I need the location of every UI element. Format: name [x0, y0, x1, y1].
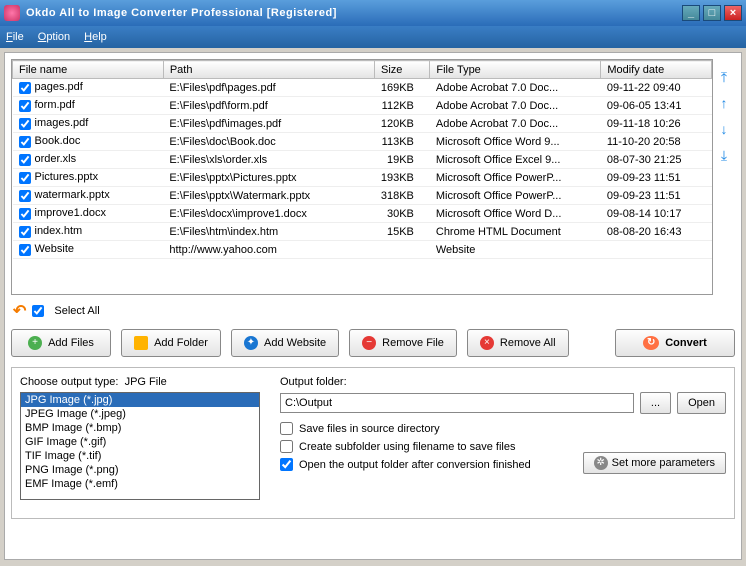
output-type-list[interactable]: JPG Image (*.jpg)JPEG Image (*.jpeg)BMP …	[20, 392, 260, 500]
output-type-option[interactable]: EMF Image (*.emf)	[21, 477, 259, 491]
row-checkbox[interactable]	[19, 136, 31, 148]
app-icon	[4, 5, 20, 21]
row-checkbox[interactable]	[19, 226, 31, 238]
open-folder-button[interactable]: Open	[677, 392, 726, 414]
convert-icon: ↻	[643, 336, 659, 350]
col-path[interactable]: Path	[163, 61, 374, 79]
output-type-option[interactable]: JPG Image (*.jpg)	[21, 393, 259, 407]
select-all-checkbox[interactable]	[32, 305, 44, 317]
titlebar: Okdo All to Image Converter Professional…	[0, 0, 746, 26]
remove-icon: −	[362, 336, 376, 350]
move-top-icon[interactable]: ⤒	[716, 69, 732, 85]
output-type-option[interactable]: GIF Image (*.gif)	[21, 435, 259, 449]
reorder-arrows: ⤒ ↑ ↓ ⤓	[713, 59, 735, 295]
move-down-icon[interactable]: ↓	[716, 121, 732, 137]
move-bottom-icon[interactable]: ⤓	[716, 147, 732, 163]
add-files-button[interactable]: +Add Files	[11, 329, 111, 357]
col-size[interactable]: Size	[375, 61, 430, 79]
table-row[interactable]: watermark.pptxE:\Files\pptx\Watermark.pp…	[13, 187, 712, 205]
row-checkbox[interactable]	[19, 82, 31, 94]
output-type-option[interactable]: JPEG Image (*.jpeg)	[21, 407, 259, 421]
globe-icon: ✦	[244, 336, 258, 350]
remove-all-icon: ×	[480, 336, 494, 350]
table-row[interactable]: order.xlsE:\Files\xls\order.xls19KBMicro…	[13, 151, 712, 169]
move-up-icon[interactable]: ↑	[716, 95, 732, 111]
row-checkbox[interactable]	[19, 190, 31, 202]
minimize-button[interactable]: _	[682, 5, 700, 21]
output-type-option[interactable]: PNG Image (*.png)	[21, 463, 259, 477]
remove-all-button[interactable]: ×Remove All	[467, 329, 569, 357]
row-checkbox[interactable]	[19, 244, 31, 256]
row-checkbox[interactable]	[19, 154, 31, 166]
table-row[interactable]: images.pdfE:\Files\pdf\images.pdf120KBAd…	[13, 115, 712, 133]
table-row[interactable]: Websitehttp://www.yahoo.comWebsite	[13, 241, 712, 259]
choose-output-label: Choose output type: JPG File	[20, 376, 260, 388]
convert-button[interactable]: ↻Convert	[615, 329, 735, 357]
row-checkbox[interactable]	[19, 118, 31, 130]
row-checkbox[interactable]	[19, 172, 31, 184]
table-row[interactable]: improve1.docxE:\Files\docx\improve1.docx…	[13, 205, 712, 223]
output-type-option[interactable]: TIF Image (*.tif)	[21, 449, 259, 463]
row-checkbox[interactable]	[19, 208, 31, 220]
close-button[interactable]: ×	[724, 5, 742, 21]
up-arrow-icon: ↶	[13, 301, 26, 321]
output-type-option[interactable]: BMP Image (*.bmp)	[21, 421, 259, 435]
maximize-button[interactable]: □	[703, 5, 721, 21]
menu-option[interactable]: Option	[38, 31, 70, 43]
table-row[interactable]: form.pdfE:\Files\pdf\form.pdf112KBAdobe …	[13, 97, 712, 115]
col-modifydate[interactable]: Modify date	[601, 61, 712, 79]
window-title: Okdo All to Image Converter Professional…	[26, 7, 679, 19]
col-filetype[interactable]: File Type	[430, 61, 601, 79]
col-filename[interactable]: File name	[13, 61, 164, 79]
table-row[interactable]: index.htmE:\Files\htm\index.htm15KBChrom…	[13, 223, 712, 241]
menubar: File Option Help	[0, 26, 746, 48]
select-all-label[interactable]: Select All	[54, 305, 99, 317]
table-row[interactable]: Pictures.pptxE:\Files\pptx\Pictures.pptx…	[13, 169, 712, 187]
table-row[interactable]: Book.docE:\Files\doc\Book.doc113KBMicros…	[13, 133, 712, 151]
folder-icon	[134, 336, 148, 350]
menu-help[interactable]: Help	[84, 31, 107, 43]
set-more-parameters-button[interactable]: ✲Set more parameters	[583, 452, 726, 474]
create-subfolder-checkbox[interactable]	[280, 440, 293, 453]
browse-button[interactable]: ...	[640, 392, 671, 414]
menu-file[interactable]: File	[6, 31, 24, 43]
output-folder-input[interactable]	[280, 393, 634, 413]
remove-file-button[interactable]: −Remove File	[349, 329, 457, 357]
add-folder-button[interactable]: Add Folder	[121, 329, 221, 357]
save-source-checkbox[interactable]	[280, 422, 293, 435]
gear-icon: ✲	[594, 456, 608, 470]
plus-icon: +	[28, 336, 42, 350]
add-website-button[interactable]: ✦Add Website	[231, 329, 339, 357]
row-checkbox[interactable]	[19, 100, 31, 112]
output-folder-label: Output folder:	[280, 376, 726, 388]
file-grid[interactable]: File name Path Size File Type Modify dat…	[11, 59, 713, 295]
table-row[interactable]: pages.pdfE:\Files\pdf\pages.pdf169KBAdob…	[13, 79, 712, 97]
open-after-checkbox[interactable]	[280, 458, 293, 471]
